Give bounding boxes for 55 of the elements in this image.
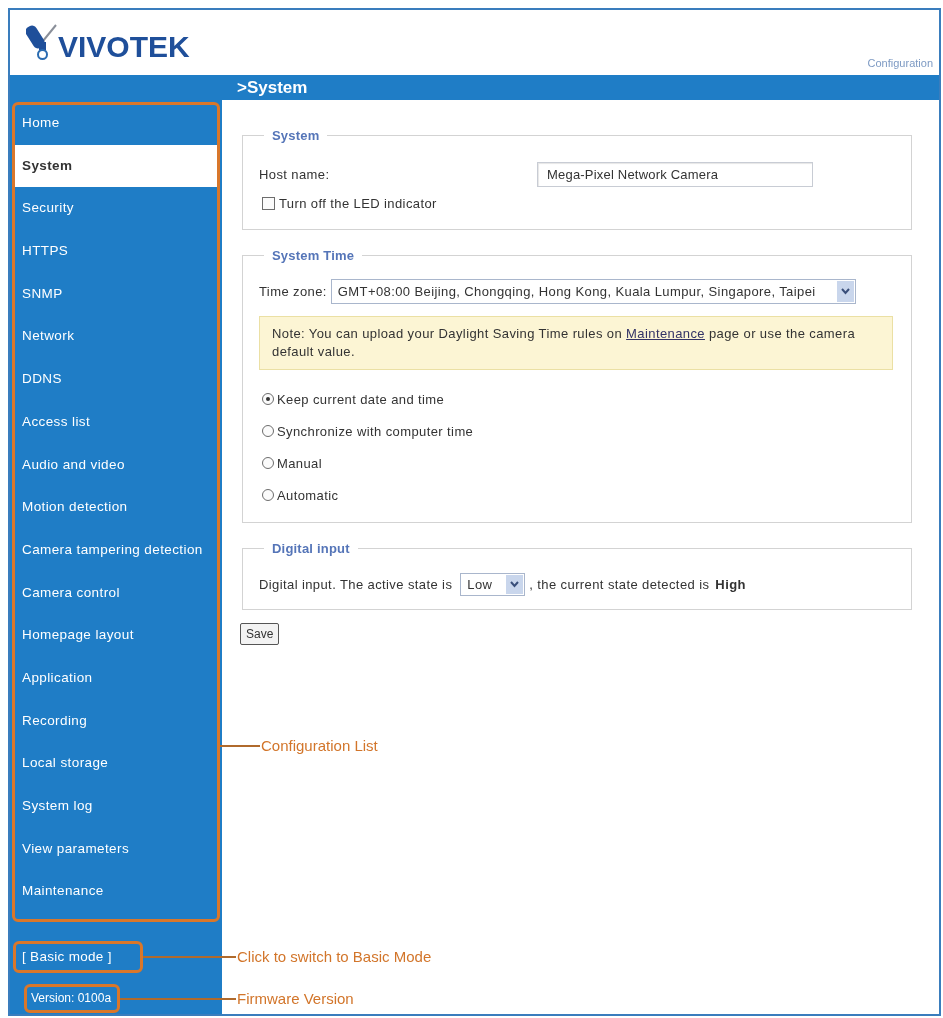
logo-text: VIVOTEK: [58, 34, 190, 60]
menu-item[interactable]: Security: [12, 187, 220, 231]
menu-item[interactable]: Application: [12, 656, 220, 700]
leader-line: [220, 745, 260, 747]
section-title: System: [271, 128, 321, 143]
page-title: >System: [237, 77, 308, 98]
save-button[interactable]: Save: [240, 623, 280, 645]
menu-item[interactable]: Motion detection: [12, 486, 220, 529]
section-title: System Time: [271, 248, 356, 263]
chevron-down-icon: [836, 281, 854, 302]
radio-button[interactable]: [262, 425, 274, 437]
radio-button[interactable]: [262, 457, 274, 469]
radio-label: Keep current date and time: [277, 391, 445, 407]
radio-label: Manual: [277, 455, 323, 471]
radio-button[interactable]: [262, 393, 274, 405]
version-text: Version: 0100a: [31, 991, 112, 1007]
menu-item[interactable]: Network: [12, 315, 220, 359]
field-label: Time zone:: [259, 284, 327, 299]
radio-button[interactable]: [262, 489, 274, 501]
maintenance-link[interactable]: Maintenance: [626, 326, 705, 341]
field-label: , the current state detected is: [529, 577, 710, 592]
radio-label: Synchronize with computer time: [277, 423, 474, 439]
menu-item[interactable]: Audio and video: [12, 443, 220, 487]
menu-item[interactable]: Camera tampering detection: [12, 528, 220, 572]
note-text: Note: You can upload your Daylight Saving Time rules on Maintenance page or use the camera default value.: [259, 316, 893, 370]
menu-item[interactable]: View parameters: [12, 827, 220, 871]
basic-mode-link[interactable]: [ Basic mode ]: [18, 946, 138, 969]
menu-item[interactable]: Homepage layout: [12, 614, 220, 657]
radio-label: Automatic: [277, 487, 339, 503]
logo-icon: [26, 24, 57, 60]
menu-item[interactable]: SNMP: [12, 272, 220, 316]
menu-item[interactable]: Local storage: [12, 742, 220, 785]
menu-item[interactable]: Recording: [12, 699, 220, 743]
menu-item[interactable]: Camera control: [12, 571, 220, 615]
state-value: High: [715, 577, 746, 592]
callout-label: Configuration List: [261, 736, 378, 756]
menu-item[interactable]: DDNS: [12, 358, 220, 401]
section-title: Digital input: [271, 541, 351, 556]
field-label: Host name:: [259, 167, 331, 182]
menu-item[interactable]: HTTPS: [12, 230, 220, 273]
checkbox[interactable]: [262, 197, 275, 210]
menu-item[interactable]: Access list: [12, 400, 220, 444]
menu-item[interactable]: Maintenance: [12, 870, 220, 914]
dropdown[interactable]: GMT+08:00 Beijing, Chongqing, Hong Kong, Kuala Lumpur, Singapore, Taipei: [330, 279, 856, 304]
checkbox-label: Turn off the LED indicator: [279, 196, 437, 211]
text-field[interactable]: Mega-Pixel Network Camera: [537, 162, 813, 187]
configuration-link[interactable]: Configuration: [867, 57, 933, 69]
menu-item[interactable]: Home: [12, 102, 220, 145]
callout-label: Firmware Version: [237, 989, 354, 1009]
callout-label: Click to switch to Basic Mode: [237, 947, 432, 967]
menu-item[interactable]: System: [12, 144, 220, 188]
menu-item[interactable]: System log: [12, 785, 220, 828]
chevron-down-icon: [506, 575, 524, 594]
field-label: Digital input. The active state is: [259, 577, 453, 592]
dropdown[interactable]: Low: [460, 573, 526, 596]
